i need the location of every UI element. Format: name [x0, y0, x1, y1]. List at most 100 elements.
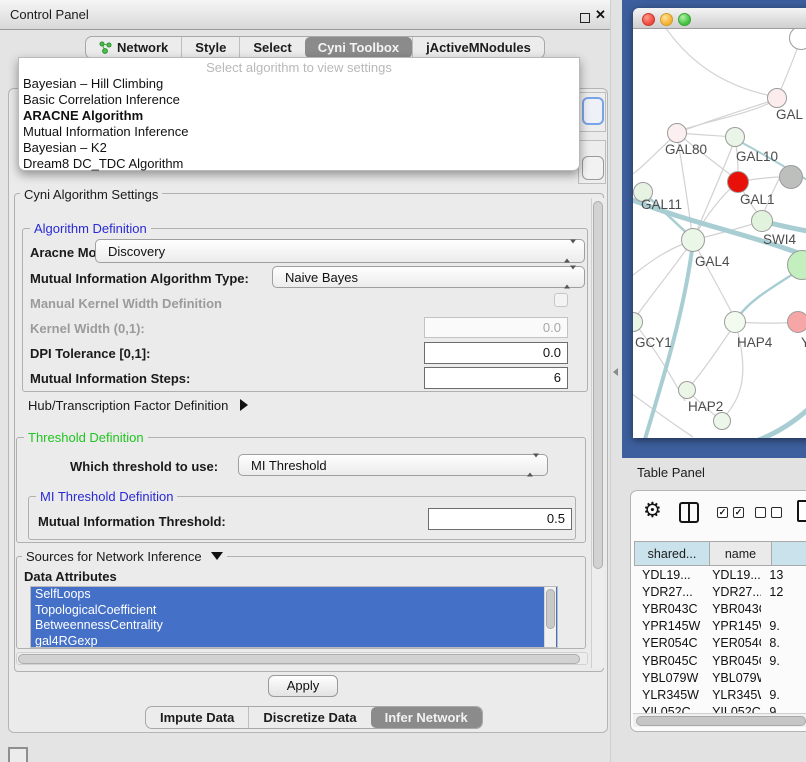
network-node[interactable] [727, 171, 749, 193]
network-node[interactable] [713, 412, 731, 430]
which-threshold-select[interactable]: MI Threshold [238, 454, 548, 476]
network-node[interactable] [725, 127, 745, 147]
table-column-header[interactable] [772, 541, 806, 566]
aracne-mode-select[interactable]: Discovery [95, 239, 585, 263]
zoom-traffic-light-icon[interactable] [678, 13, 691, 26]
table-column-header[interactable]: name [710, 541, 772, 566]
network-node-label: GAL11 [641, 197, 682, 212]
attribute-list-item[interactable]: SelfLoops [31, 587, 557, 603]
algorithm-option[interactable]: ARACNE Algorithm [23, 108, 575, 124]
sources-legend[interactable]: Sources for Network Inference [22, 549, 227, 564]
network-node-label: SWI4 [763, 232, 796, 247]
table-row[interactable]: YDR27...YDR27...12 [634, 583, 806, 600]
attributes-list-scrollbar-thumb[interactable] [546, 589, 555, 629]
table-cell: 9. [761, 705, 806, 713]
split-columns-icon[interactable] [679, 502, 699, 523]
attribute-list-item[interactable]: TopologicalCoefficient [31, 603, 557, 619]
algorithm-option[interactable]: Bayesian – K2 [23, 140, 575, 156]
float-window-icon[interactable] [580, 13, 590, 23]
network-node[interactable] [779, 165, 803, 189]
algorithm-option[interactable]: Basic Correlation Inference [23, 92, 575, 108]
new-table-icon[interactable] [797, 500, 806, 522]
network-node[interactable] [751, 210, 773, 232]
settings-vertical-scrollbar-thumb[interactable] [593, 201, 603, 569]
gear-icon[interactable]: ⚙ [643, 500, 662, 521]
minimized-window-icon[interactable] [8, 747, 28, 762]
tab-style[interactable]: Style [181, 37, 239, 58]
network-node[interactable] [667, 123, 687, 143]
manual-kernel-checkbox[interactable] [554, 293, 568, 307]
algorithm-dropdown-popup: Select algorithm to view settings Bayesi… [18, 57, 580, 171]
kernel-width-field[interactable]: 0.0 [424, 317, 568, 338]
table-row[interactable]: YBL079WYBL079W [634, 669, 806, 686]
table-horizontal-scrollbar[interactable] [633, 713, 806, 727]
attribute-list-item[interactable]: BetweennessCentrality [31, 618, 557, 634]
settings-horizontal-scrollbar-thumb[interactable] [18, 654, 580, 664]
tab-label: jActiveMNodules [426, 40, 531, 55]
mi-type-select[interactable]: Naive Bayes [272, 266, 585, 288]
table-cell: YPR145W [704, 619, 761, 633]
close-traffic-light-icon[interactable] [642, 13, 655, 26]
attribute-list-item[interactable]: gal4RGexp [31, 634, 557, 649]
data-attributes-list[interactable]: SelfLoopsTopologicalCoefficientBetweenne… [30, 586, 558, 648]
mi-steps-field[interactable]: 6 [424, 367, 568, 389]
table-cell: YBR043C [634, 602, 704, 616]
deselect-all-columns-icon[interactable] [755, 507, 782, 518]
network-node[interactable] [681, 228, 705, 252]
network-node[interactable] [678, 381, 696, 399]
panel-divider[interactable] [610, 0, 622, 762]
table-row[interactable]: YLR345WYLR345W9. [634, 686, 806, 703]
network-node-label: GAL80 [665, 142, 707, 157]
table-row[interactable]: YPR145WYPR145W9. [634, 618, 806, 635]
table-row[interactable]: YER054CYER054C8. [634, 635, 806, 652]
table-row[interactable]: YBR043CYBR043C [634, 600, 806, 617]
algorithm-option[interactable]: Mutual Information Inference [23, 124, 575, 140]
network-selector-combo-fragment[interactable] [582, 156, 604, 180]
tab-jactivemnodules[interactable]: jActiveMNodules [412, 37, 544, 58]
mi-threshold-label: Mutual Information Threshold: [38, 514, 226, 529]
dpi-tolerance-field[interactable]: 0.0 [424, 342, 568, 364]
algorithm-option[interactable]: Bayesian – Hill Climbing [23, 76, 575, 92]
close-icon[interactable]: ✕ [595, 7, 606, 23]
tab-network[interactable]: Network [86, 37, 181, 58]
table-cell: YBL079W [704, 671, 761, 685]
network-window-titlebar[interactable] [633, 8, 806, 29]
mi-threshold-field[interactable]: 0.5 [428, 508, 572, 530]
table-row[interactable]: YIL052CYIL052C9. [634, 704, 806, 714]
tab-select[interactable]: Select [239, 37, 304, 58]
apply-button[interactable]: Apply [268, 675, 338, 697]
divider-collapse-icon[interactable] [613, 368, 618, 376]
hub-definition-toggle[interactable]: Hub/Transcription Factor Definition [28, 398, 248, 413]
minimize-traffic-light-icon[interactable] [660, 13, 673, 26]
table-cell: YLR345W [634, 688, 704, 702]
table-cell: YDL19... [634, 568, 704, 582]
tab-impute-data[interactable]: Impute Data [146, 707, 248, 728]
tab-discretize-data[interactable]: Discretize Data [248, 707, 370, 728]
tab-infer-network[interactable]: Infer Network [371, 707, 482, 728]
tab-cyni-toolbox[interactable]: Cyni Toolbox [305, 37, 412, 58]
inference-algorithm-combo-fragment[interactable] [582, 97, 604, 125]
spinner-arrows-icon [527, 458, 539, 473]
network-node[interactable] [724, 311, 746, 333]
network-view-window[interactable]: GALGAL80GAL10GAL1GAL11SWI4GAL4GCY1HAP4YH… [633, 8, 806, 438]
select-all-columns-icon[interactable]: ✓ ✓ [717, 507, 744, 518]
network-node-label: GAL1 [740, 192, 775, 207]
network-node[interactable] [787, 311, 806, 333]
network-node[interactable] [767, 88, 787, 108]
spinner-arrows-icon [564, 244, 576, 259]
table-row[interactable]: YBR045CYBR045C9. [634, 652, 806, 669]
network-node-label: GAL [776, 107, 803, 122]
table-cell: 9. [761, 619, 806, 633]
table-cell: 13 [761, 568, 806, 582]
table-row[interactable]: YDL19...YDL19...13 [634, 566, 806, 583]
algorithm-option[interactable]: Dream8 DC_TDC Algorithm [23, 156, 575, 172]
table-column-header[interactable]: shared... [634, 541, 710, 566]
table-cell: YER054C [704, 636, 761, 650]
algorithm-dropdown-prompt: Select algorithm to view settings [19, 60, 579, 75]
mi-threshold-legend: MI Threshold Definition [36, 489, 177, 504]
table-horizontal-scrollbar-thumb[interactable] [636, 716, 806, 726]
network-node-label: GCY1 [635, 335, 672, 350]
table-cell: 9. [761, 688, 806, 702]
network-canvas[interactable]: GALGAL80GAL10GAL1GAL11SWI4GAL4GCY1HAP4YH… [633, 29, 806, 438]
table-cell: 9. [761, 654, 806, 668]
